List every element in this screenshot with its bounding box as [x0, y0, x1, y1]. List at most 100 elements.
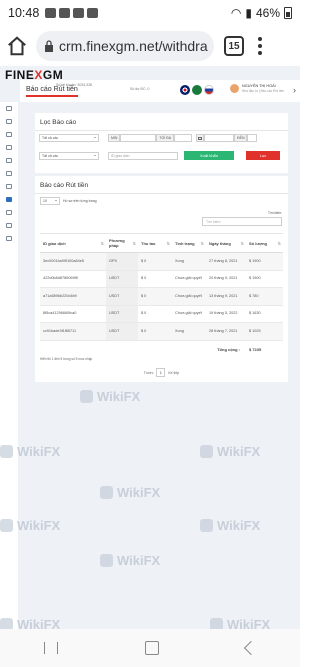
- status-time: 10:48: [8, 6, 40, 20]
- cell-fee: $ 0: [138, 287, 172, 306]
- filter-card: Lọc Báo cáo Tất cả các MIN TỐI ĐA ĐẾN Tấ…: [35, 113, 288, 173]
- search-input[interactable]: Tìm kiếm: [202, 217, 282, 226]
- cell-method: USDT: [106, 270, 138, 288]
- export-button[interactable]: Xuất khẩu: [184, 151, 234, 160]
- watermark-logo-icon: [80, 390, 93, 403]
- method-select[interactable]: Tất cả các: [39, 151, 99, 160]
- transaction-id-input[interactable]: ID giao dịch: [108, 151, 178, 160]
- page-title: Báo cáo Rút tiền: [26, 86, 78, 97]
- table-row: a71a5896b220d4b9 USDT $ 0 Chưa giải quyế…: [40, 287, 283, 306]
- col-header[interactable]: Số lượng ⇅: [246, 233, 283, 253]
- max-input[interactable]: [174, 134, 193, 142]
- url-text: crm.finexgm.net/withdra: [59, 38, 208, 54]
- table-row: cc91bade3f1f85711 USDT $ 0 Xong 28 tháng…: [40, 322, 283, 341]
- sidebar-item-partners[interactable]: [0, 206, 18, 219]
- watermark-logo-icon: [100, 554, 113, 567]
- min-input[interactable]: [120, 134, 157, 142]
- cell-fee: $ 0: [138, 252, 172, 271]
- sidebar-item-bank[interactable]: [0, 180, 18, 193]
- sidebar: [0, 102, 18, 629]
- browser-toolbar: crm.finexgm.net/withdra 15: [0, 26, 300, 66]
- android-nav-bar: [0, 629, 300, 667]
- language-switcher: [180, 85, 214, 95]
- col-header[interactable]: Tình trạng ⇅: [172, 233, 206, 253]
- watermark-logo-icon: [0, 519, 13, 532]
- watermark: WikiFX: [0, 444, 60, 459]
- sidebar-item-network[interactable]: [0, 115, 18, 128]
- logout-icon[interactable]: ›: [293, 85, 296, 95]
- sidebar-item-folder[interactable]: [0, 167, 18, 180]
- date-to-input[interactable]: [247, 134, 258, 142]
- cell-method: USDT: [106, 287, 138, 306]
- next-page-button[interactable]: Kế tiếp: [168, 371, 179, 375]
- notification-icon: [73, 8, 85, 18]
- cell-date: 28 tháng 7, 2021: [206, 322, 246, 341]
- col-header[interactable]: ID giao dịch ⇅: [40, 233, 106, 253]
- date-from-input[interactable]: [204, 134, 235, 142]
- tab-switcher-button[interactable]: 15: [224, 36, 244, 56]
- cell-status: Chưa giải quyết: [172, 305, 206, 323]
- home-nav-icon[interactable]: [144, 641, 159, 655]
- address-bar[interactable]: crm.finexgm.net/withdra: [36, 31, 214, 61]
- watermark: WikiFX: [100, 553, 160, 568]
- notification-icons: [45, 8, 99, 18]
- max-label: TỐI ĐA: [156, 134, 175, 142]
- filter-title: Lọc Báo cáo: [35, 113, 288, 131]
- page-number-button[interactable]: 1: [156, 368, 166, 377]
- recents-icon[interactable]: [43, 642, 58, 654]
- cell-amount: $ 780: [246, 287, 283, 306]
- watermark-logo-icon: [200, 445, 213, 458]
- notification-icon: [59, 8, 71, 18]
- sidebar-item-documents[interactable]: [0, 232, 18, 245]
- top-header: Số tài khoản: 3034,328 Báo cáo Rút tiền …: [20, 80, 300, 102]
- cell-date: 20 tháng 9, 2021: [206, 270, 246, 288]
- date-to-label: ĐẾN: [234, 134, 248, 142]
- watermark: WikiFX: [200, 444, 260, 459]
- prev-page-button[interactable]: Trước: [144, 371, 154, 375]
- sidebar-item-gear[interactable]: [0, 219, 18, 232]
- wifi-icon: ◠: [230, 6, 242, 20]
- watermark-logo-icon: [210, 618, 223, 629]
- table-row: 422d0b8d8786069f5 USDT $ 0 Chưa giải quy…: [40, 270, 283, 288]
- cell-date: 27 tháng 8, 2021: [206, 252, 246, 271]
- saudi-flag-icon[interactable]: [192, 85, 202, 95]
- watermark-logo-icon: [200, 519, 213, 532]
- sidebar-item-charts[interactable]: [0, 141, 18, 154]
- sidebar-item-settings[interactable]: [0, 128, 18, 141]
- cell-method: USDT: [106, 322, 138, 341]
- col-header[interactable]: Phương pháp ⇅: [106, 233, 138, 253]
- back-icon[interactable]: [244, 640, 259, 656]
- browser-menu-icon[interactable]: [258, 37, 262, 55]
- cell-method: USDT: [106, 305, 138, 323]
- cell-id: 3ec0001ba99f100a84e5: [40, 252, 106, 271]
- report-title: Báo cáo Rút tiền: [35, 176, 288, 194]
- calendar-icon[interactable]: [196, 134, 205, 142]
- col-header[interactable]: Ngày tháng ⇅: [206, 233, 246, 253]
- cell-method: GPX: [106, 252, 138, 271]
- cell-amount: $ 1630: [246, 305, 283, 323]
- watermark: WikiFX: [200, 518, 260, 533]
- cell-amount: $ 1025: [246, 322, 283, 341]
- sidebar-item-reports[interactable]: [0, 193, 18, 206]
- lock-icon: [45, 40, 53, 52]
- user-menu[interactable]: NGUYỄN THỊ HOÀI Nhà đầu tư | Báo cáo Rút …: [230, 84, 284, 94]
- notification-icon: [45, 8, 57, 18]
- home-icon[interactable]: [6, 35, 28, 57]
- watermark: WikiFX: [100, 485, 160, 500]
- cell-fee: $ 0: [138, 305, 172, 323]
- page-size-label: Hồ sơ trên từng trang: [63, 199, 97, 203]
- sidebar-item-wallet[interactable]: [0, 154, 18, 167]
- battery-icon: [284, 7, 292, 19]
- search-label: Tìm kiếm:: [268, 211, 282, 215]
- watermark: WikiFX: [210, 617, 270, 629]
- filter-button[interactable]: Lọc: [246, 151, 280, 160]
- russia-flag-icon[interactable]: [204, 85, 214, 95]
- page-size-select[interactable]: 10: [40, 197, 60, 205]
- sidebar-item-home[interactable]: [0, 102, 18, 115]
- uk-flag-icon[interactable]: [180, 85, 190, 95]
- watermark-logo-icon: [0, 618, 13, 629]
- status-select[interactable]: Tất cả các: [39, 134, 99, 142]
- signal-icon: ▮: [245, 6, 252, 20]
- col-header[interactable]: Thu tao ⇅: [138, 233, 172, 253]
- cell-status: Xong: [172, 252, 206, 271]
